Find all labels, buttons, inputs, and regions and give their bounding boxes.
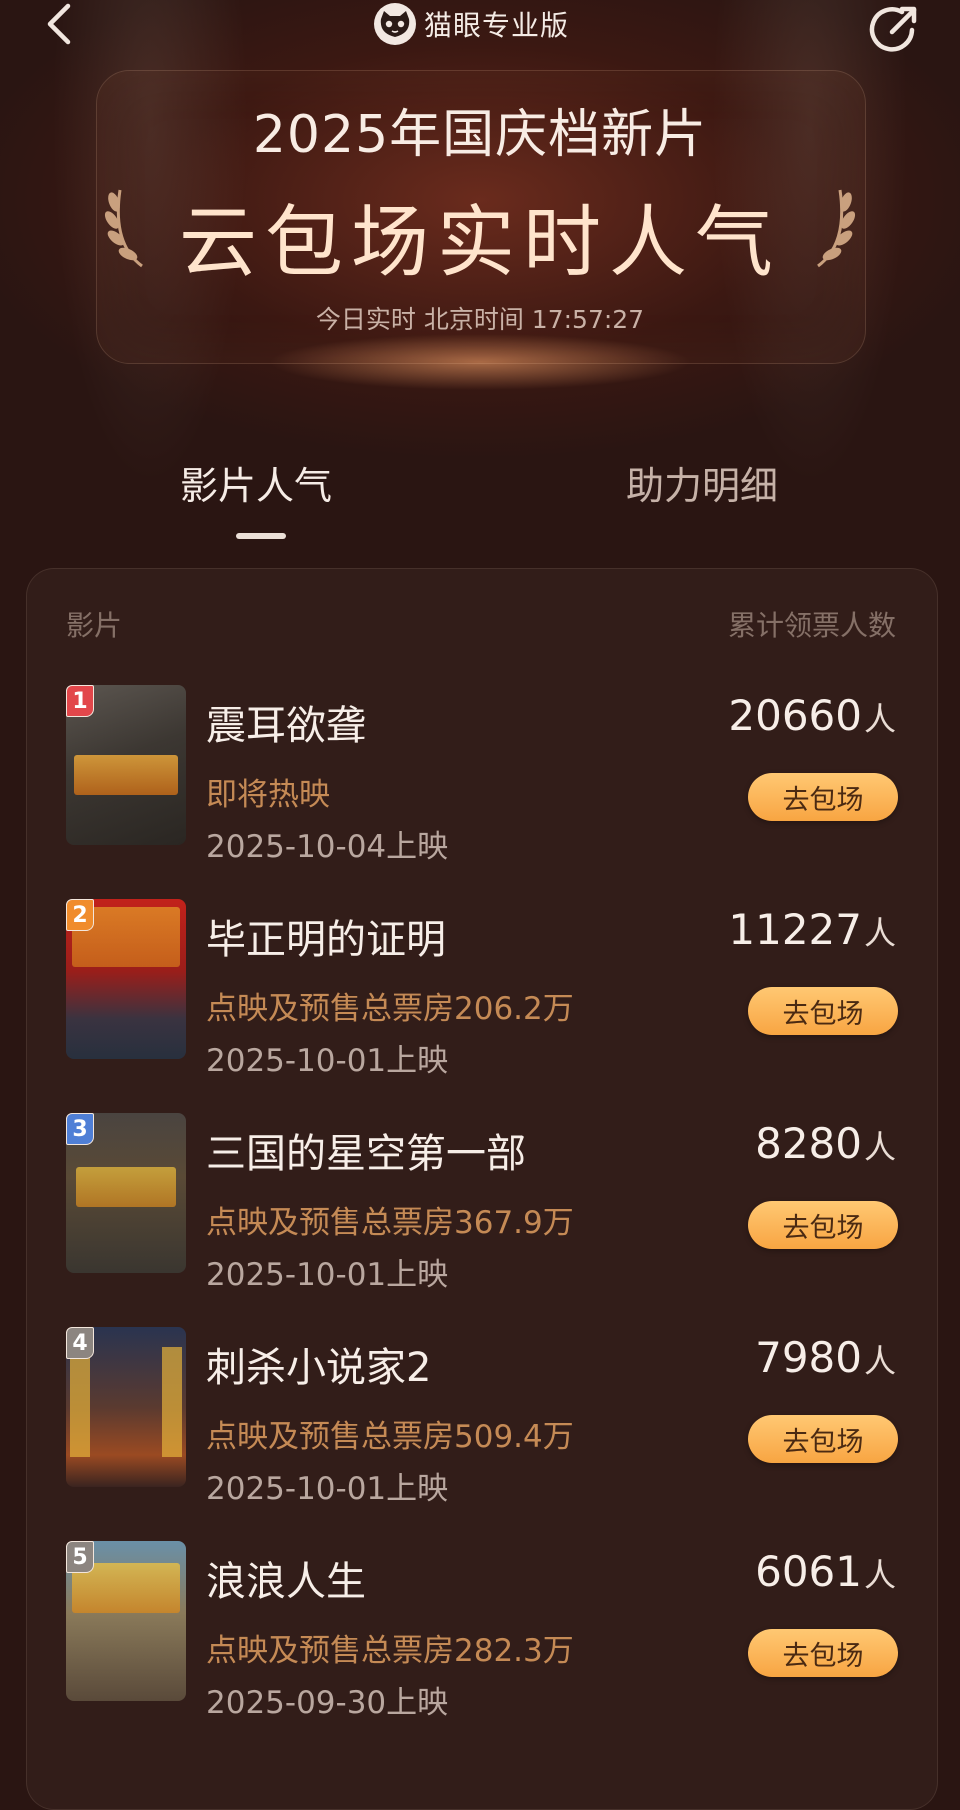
column-header-film: 影片 [66, 609, 123, 642]
brand-name: 猫眼专业版 [424, 9, 570, 42]
ticket-count-value: 8280 [755, 1119, 862, 1168]
book-screening-button[interactable]: 去包场 [748, 987, 898, 1035]
movie-status: 点映及预售总票房206.2万 [206, 991, 574, 1027]
ticket-count: 20660人 [728, 691, 896, 740]
active-tab-indicator [236, 533, 286, 539]
ticket-count-unit: 人 [863, 1128, 896, 1166]
laurel-right-icon [817, 189, 856, 268]
ticket-count: 6061人 [755, 1547, 896, 1596]
back-icon[interactable] [40, 0, 90, 50]
maoyan-logo-icon [374, 3, 416, 45]
ticket-count-unit: 人 [863, 1556, 896, 1594]
movie-title[interactable]: 三国的星空第一部 [206, 1121, 526, 1179]
rank-badge: 4 [66, 1327, 94, 1359]
ticket-count-value: 6061 [755, 1547, 862, 1596]
realtime-timestamp: 今日实时 北京时间 17:57:27 [315, 305, 645, 334]
rank-badge: 5 [66, 1541, 94, 1573]
list-item[interactable]: 2 毕正明的证明 点映及预售总票房206.2万 2025-10-01上映 112… [0, 899, 960, 1089]
ticket-count-unit: 人 [863, 1342, 896, 1380]
list-item[interactable]: 5 浪浪人生 点映及预售总票房282.3万 2025-09-30上映 6061人… [0, 1541, 960, 1731]
banner-title: 2025年国庆档新片 [252, 105, 708, 165]
ticket-count-value: 7980 [755, 1333, 862, 1382]
rank-badge: 2 [66, 899, 94, 931]
movie-title[interactable]: 毕正明的证明 [206, 907, 446, 965]
list-item[interactable]: 1 震耳欲聋 即将热映 2025-10-04上映 20660人 去包场 [0, 685, 960, 875]
ticket-count: 11227人 [728, 905, 896, 954]
book-screening-button[interactable]: 去包场 [748, 1201, 898, 1249]
list-item[interactable]: 4 刺杀小说家2 点映及预售总票房509.4万 2025-10-01上映 798… [0, 1327, 960, 1517]
release-date: 2025-10-04上映 [206, 829, 449, 865]
tab-support-details[interactable]: 助力明细 [626, 455, 778, 510]
brand-header: 猫眼专业版 [374, 2, 569, 46]
share-icon[interactable] [866, 0, 926, 60]
tab-film-popularity[interactable]: 影片人气 [180, 455, 332, 510]
ticket-count-value: 11227 [728, 905, 862, 954]
ticket-count-value: 20660 [728, 691, 862, 740]
movie-status: 点映及预售总票房282.3万 [206, 1633, 574, 1669]
rank-badge: 3 [66, 1113, 94, 1145]
movie-status: 即将热映 [206, 777, 330, 813]
movie-title[interactable]: 震耳欲聋 [206, 693, 366, 751]
release-date: 2025-10-01上映 [206, 1257, 449, 1293]
rank-badge: 1 [66, 685, 94, 717]
column-header-count: 累计领票人数 [727, 609, 896, 642]
book-screening-button[interactable]: 去包场 [748, 773, 898, 821]
book-screening-button[interactable]: 去包场 [748, 1415, 898, 1463]
ticket-count: 8280人 [755, 1119, 896, 1168]
ticket-count-unit: 人 [863, 700, 896, 738]
movie-status: 点映及预售总票房509.4万 [206, 1419, 574, 1455]
release-date: 2025-09-30上映 [206, 1685, 449, 1721]
release-date: 2025-10-01上映 [206, 1043, 449, 1079]
release-date: 2025-10-01上映 [206, 1471, 449, 1507]
list-item[interactable]: 3 三国的星空第一部 点映及预售总票房367.9万 2025-10-01上映 8… [0, 1113, 960, 1303]
movie-status: 点映及预售总票房367.9万 [206, 1205, 574, 1241]
movie-title[interactable]: 浪浪人生 [206, 1549, 366, 1607]
ticket-count: 7980人 [755, 1333, 896, 1382]
book-screening-button[interactable]: 去包场 [748, 1629, 898, 1677]
movie-title[interactable]: 刺杀小说家2 [206, 1335, 431, 1393]
ticket-count-unit: 人 [863, 914, 896, 952]
